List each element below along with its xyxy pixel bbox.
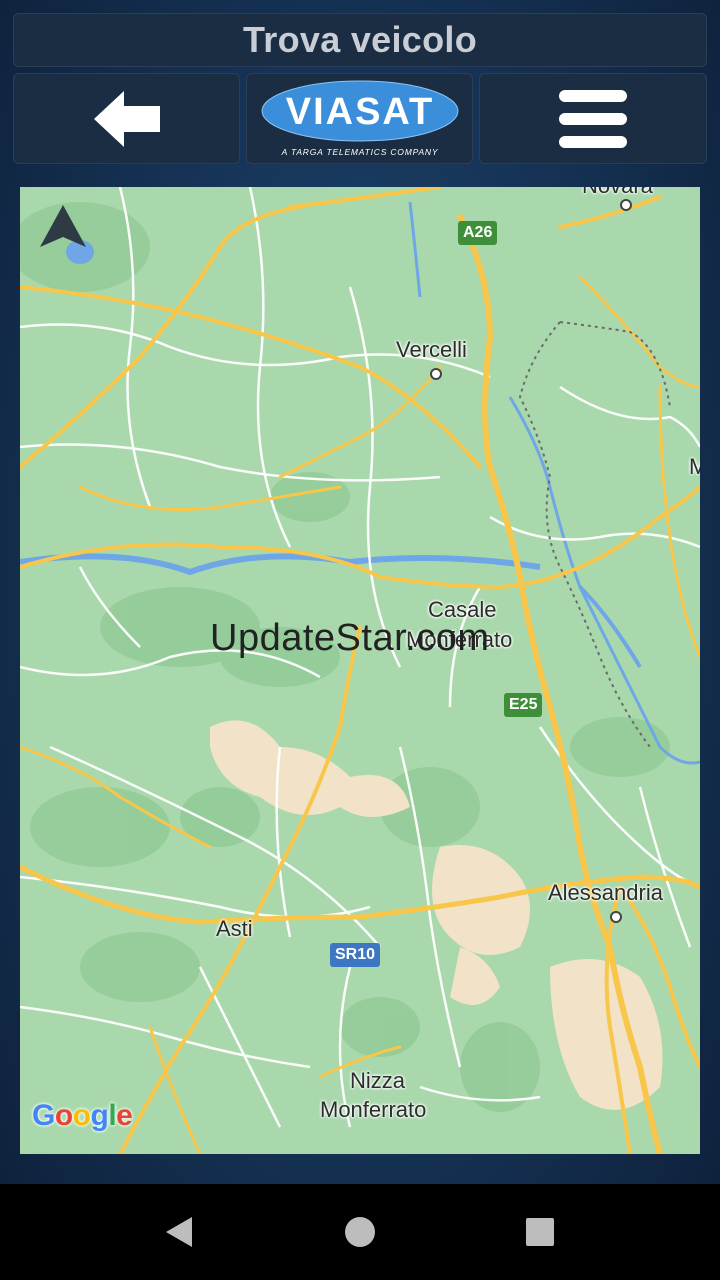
place-asti: Asti bbox=[216, 916, 253, 941]
viasat-logo: VIASAT A TARGA TELEMATICS COMPANY bbox=[261, 80, 458, 157]
arrow-left-icon bbox=[93, 90, 160, 147]
place-nizza: Nizza bbox=[350, 1068, 406, 1093]
place-vercelli: Vercelli bbox=[396, 337, 467, 362]
nav-home-button[interactable] bbox=[340, 1212, 380, 1252]
recents-square-icon bbox=[526, 1218, 554, 1246]
system-nav-bar bbox=[0, 1184, 720, 1280]
svg-text:VIASAT: VIASAT bbox=[285, 91, 434, 133]
watermark: UpdateStar.com bbox=[210, 617, 490, 659]
google-logo: Google bbox=[32, 1099, 133, 1132]
map-view[interactable]: Novara Vercelli Casale Monferrato Alessa… bbox=[20, 187, 700, 1154]
road-shield-a26: A26 bbox=[458, 221, 498, 245]
nav-back-button[interactable] bbox=[158, 1212, 198, 1252]
viasat-logo-button[interactable]: VIASAT A TARGA TELEMATICS COMPANY bbox=[246, 73, 473, 164]
back-triangle-icon bbox=[166, 1217, 192, 1247]
road-shield-e25: E25 bbox=[504, 693, 543, 717]
hamburger-menu-icon bbox=[559, 89, 627, 148]
title-bar: Trova veicolo bbox=[13, 13, 707, 67]
page-title: Trova veicolo bbox=[243, 19, 477, 60]
nav-recents-button[interactable] bbox=[520, 1212, 560, 1252]
map-base bbox=[20, 187, 700, 1154]
place-alessandria: Alessandria bbox=[548, 880, 663, 905]
place-edge-m: M bbox=[689, 454, 700, 479]
place-novara: Novara bbox=[582, 187, 653, 199]
back-button[interactable] bbox=[13, 73, 240, 164]
road-shield-sr10: SR10 bbox=[330, 943, 381, 967]
home-circle-icon bbox=[345, 1217, 375, 1247]
compass-icon[interactable] bbox=[38, 203, 88, 251]
place-nizza-monferrato: Monferrato bbox=[320, 1097, 427, 1122]
menu-button[interactable] bbox=[479, 73, 707, 164]
svg-text:A TARGA TELEMATICS COMPANY: A TARGA TELEMATICS COMPANY bbox=[280, 147, 438, 157]
